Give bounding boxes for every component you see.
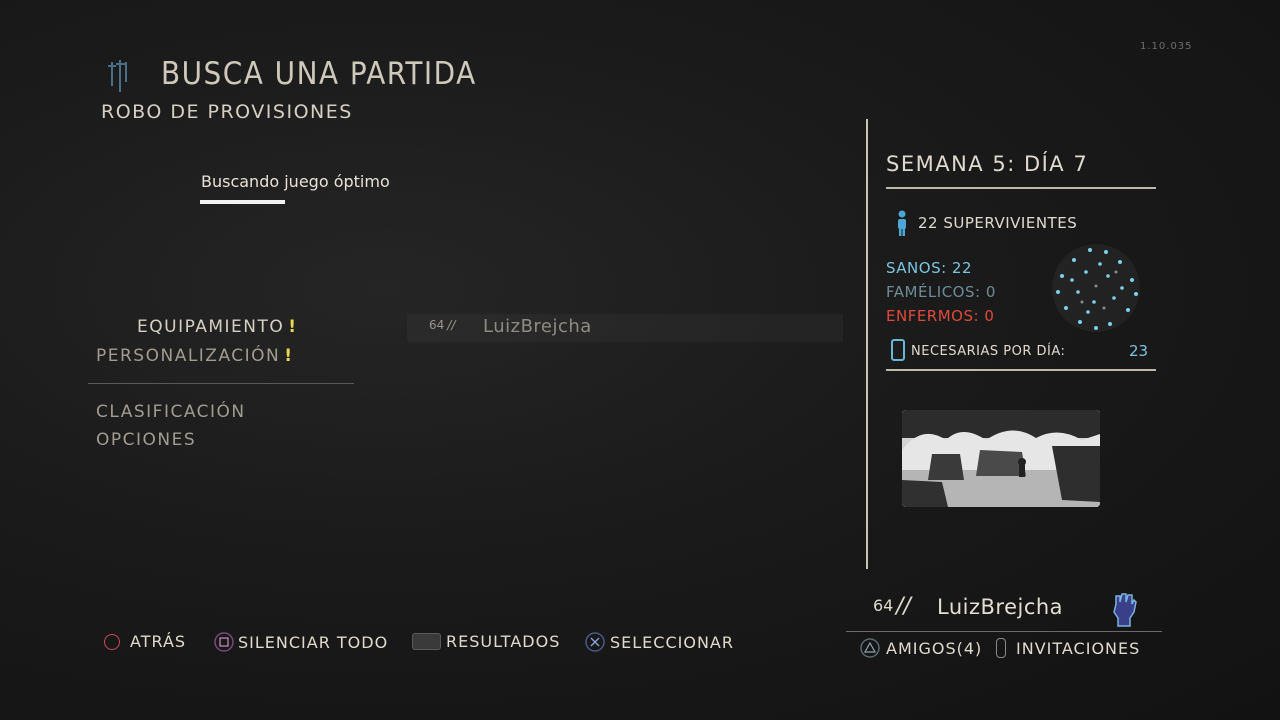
needed-per-day-label: NECESARIAS POR DÍA: [911,344,1066,359]
rank-separator: // [896,594,911,619]
menu-item-equipment[interactable]: EQUIPAMIENTO! [137,317,298,337]
panel-rule [886,369,1156,371]
sick-count: ENFERMOS: 0 [886,307,995,325]
circle-button-icon [104,633,120,650]
back-button[interactable]: ATRÁS [104,632,186,651]
back-label: ATRÁS [130,632,187,651]
menu-divider [88,383,354,384]
menu-item-label: PERSONALIZACIÓN [96,346,281,366]
week-day-label: SEMANA 5: DÍA 7 [886,152,1089,176]
needed-per-day-value: 23 [1129,342,1149,360]
panel-divider [866,119,868,569]
lobby-player-row[interactable] [407,314,843,342]
invitations-button[interactable]: INVITACIONES [996,638,1140,658]
square-button-icon [214,632,234,652]
survivors-count: 22 SUPERVIVIENTES [918,214,1078,232]
healthy-count: SANOS: 22 [886,259,973,277]
invitations-label: INVITACIONES [1016,638,1141,658]
warning-icon: ! [284,346,294,366]
menu-item-options[interactable]: OPCIONES [96,430,196,450]
triangle-button-icon [860,638,880,658]
player-name: LuizBrejcha [483,316,592,337]
friends-label: AMIGOS(4) [886,638,983,658]
profile-rank: 64 [873,596,894,615]
player-rank: 64// [429,318,456,332]
touchpad-button-icon [996,638,1006,658]
cross-button-icon [585,632,605,652]
profile-name: LuizBrejcha [937,595,1064,619]
warning-icon: ! [288,317,298,337]
starving-count: FAMÉLICOS: 0 [886,283,996,301]
menu-item-leaderboard[interactable]: CLASIFICACIÓN [96,402,246,422]
friends-button[interactable]: AMIGOS(4) [860,638,982,658]
firefly-logo-icon [108,60,127,92]
select-label: SELECCIONAR [610,632,734,652]
select-button[interactable]: SELECCIONAR [585,632,734,652]
touchpad-button-icon [412,633,441,650]
search-status: Buscando juego óptimo [201,172,390,191]
panel-rule [886,187,1156,189]
menu-item-label: EQUIPAMIENTO [137,317,285,337]
ration-icon [891,339,905,361]
menu-item-customization[interactable]: PERSONALIZACIÓN! [96,346,294,366]
survivor-cluster-graphic [1052,244,1140,332]
search-progress-bar [200,200,285,204]
mute-all-button[interactable]: SILENCIAR TODO [214,632,388,652]
camp-scene-image [902,410,1100,507]
page-title: BUSCA UNA PARTIDA [161,56,477,92]
results-button[interactable]: RESULTADOS [412,632,560,651]
survivor-icon [898,210,906,236]
faction-fist-icon [1113,593,1137,627]
results-label: RESULTADOS [446,632,561,651]
mode-subtitle: ROBO DE PROVISIONES [101,101,353,123]
mute-all-label: SILENCIAR TODO [238,632,389,652]
version-label: 1.10.035 [1140,41,1193,52]
profile-rule [846,631,1162,632]
